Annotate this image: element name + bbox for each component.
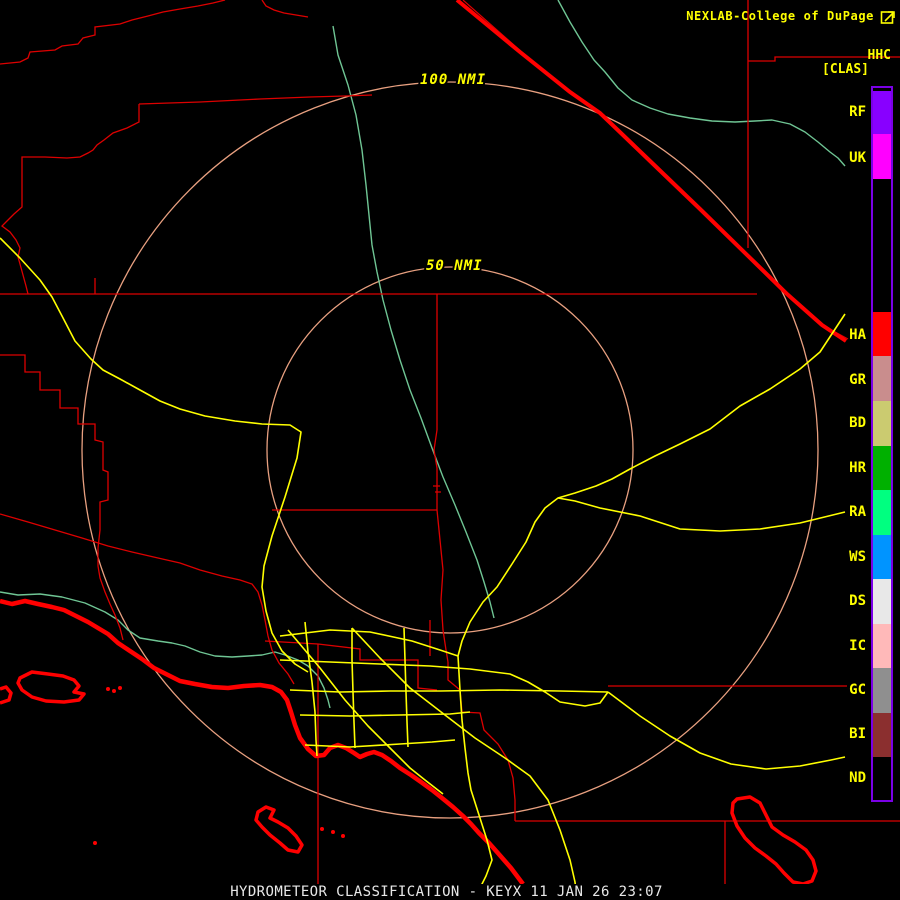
page-title: NEXLAB-College of DuPage bbox=[686, 9, 874, 23]
island-catalina bbox=[254, 805, 304, 854]
range-rings bbox=[81, 81, 819, 819]
state-border bbox=[455, 0, 849, 343]
legend-seg-UK bbox=[873, 134, 891, 179]
highway-east bbox=[457, 497, 846, 657]
legend-label-WS: WS bbox=[849, 549, 866, 565]
island-left-edge bbox=[0, 685, 13, 705]
legend-label-BD: BD bbox=[849, 415, 866, 431]
legend-label-RA: RA bbox=[849, 504, 866, 520]
legend-seg-RF bbox=[873, 91, 891, 134]
county-borders bbox=[0, 0, 900, 888]
legend-seg-RA bbox=[873, 490, 891, 535]
legend-seg-WS bbox=[873, 535, 891, 579]
radar-screen: 100 NMI 50 NMI NEXLAB-College of DuPage … bbox=[0, 0, 900, 900]
legend-label-RF: RF bbox=[849, 104, 866, 120]
legend-label-BI: BI bbox=[849, 726, 866, 742]
legend-label-DS: DS bbox=[849, 593, 866, 609]
legend-seg-DS bbox=[873, 579, 891, 624]
legend-seg-BD bbox=[873, 401, 891, 446]
status-bar: HYDROMETEOR CLASSIFICATION - KEYX 11 JAN… bbox=[0, 884, 893, 900]
radar-map: 100 NMI 50 NMI bbox=[0, 0, 900, 900]
ring-label-50nmi: 50 NMI bbox=[426, 258, 483, 274]
legend-label-HR: HR bbox=[849, 460, 866, 476]
legend-seg-HR bbox=[873, 446, 891, 490]
rivers bbox=[0, 0, 846, 709]
legend-seg-BI bbox=[873, 713, 891, 757]
expand-link-icon[interactable] bbox=[880, 9, 896, 25]
legend-seg-ND bbox=[873, 757, 891, 799]
legend-seg-GR bbox=[873, 356, 891, 401]
ring-100nmi bbox=[81, 81, 819, 819]
legend-label-GC: GC bbox=[849, 682, 866, 698]
legend-label-ND: ND bbox=[849, 770, 866, 786]
islands bbox=[0, 670, 818, 886]
ring-50nmi bbox=[266, 266, 634, 634]
island-santa-cruz bbox=[16, 670, 86, 704]
highway-network-la bbox=[279, 621, 609, 900]
highway-southeast bbox=[607, 691, 846, 770]
legend-label-GR: GR bbox=[849, 372, 866, 388]
river-center bbox=[332, 25, 495, 619]
island-dots bbox=[93, 686, 345, 845]
legend-seg-IC bbox=[873, 624, 891, 668]
ring-label-100nmi: 100 NMI bbox=[420, 72, 486, 88]
legend-seg-HA bbox=[873, 312, 891, 356]
legend-seg-GC bbox=[873, 668, 891, 713]
legend-label-UK: UK bbox=[849, 150, 866, 166]
highways bbox=[0, 237, 846, 900]
product-code: HHC bbox=[867, 48, 891, 63]
legend-color-scale bbox=[871, 86, 893, 802]
legend-label-HA: HA bbox=[849, 327, 866, 343]
lake-southeast bbox=[730, 795, 818, 886]
river-northeast bbox=[557, 0, 846, 167]
legend-label-IC: IC bbox=[849, 638, 866, 654]
product-tag: [CLAS] bbox=[822, 62, 869, 77]
